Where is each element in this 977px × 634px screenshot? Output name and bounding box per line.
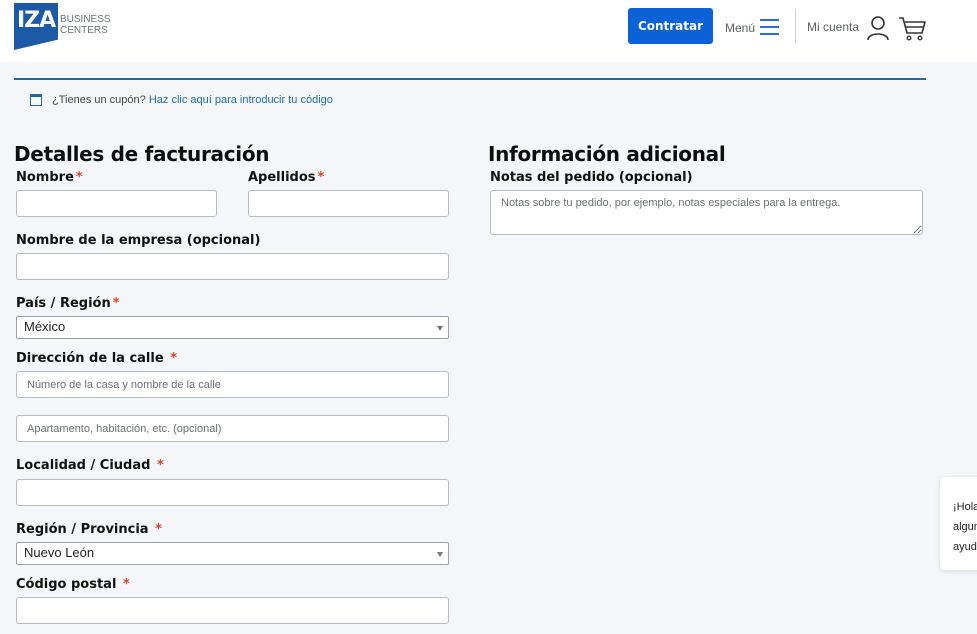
street-address-2-input[interactable] [16, 415, 449, 442]
order-notes-textarea[interactable] [490, 190, 923, 235]
state-select-value: Nuevo León [24, 545, 95, 560]
order-notes-label: Notas del pedido (opcional) [490, 170, 693, 185]
site-header: IZA BUSINESS CENTERS Contratar Menú Mi c… [0, 0, 977, 62]
required-mark: * [112, 296, 120, 311]
logo-subtitle-line1: BUSINESS [60, 14, 111, 25]
country-label-text: País / Región [16, 296, 111, 311]
state-select[interactable]: Nuevo León [16, 542, 449, 565]
logo[interactable]: IZA [14, 3, 58, 50]
last-name-input[interactable] [248, 190, 449, 217]
coupon-notice: ¿Tienes un cupón? Haz clic aquí para int… [14, 78, 926, 118]
country-select[interactable]: México [16, 316, 449, 339]
coupon-link[interactable]: Haz clic aquí para introducir tu código [149, 94, 333, 106]
logo-subtitle: BUSINESS CENTERS [60, 14, 111, 36]
company-label: Nombre de la empresa (opcional) [16, 233, 261, 248]
calendar-icon [30, 94, 42, 106]
street-label: Dirección de la calle * [16, 351, 177, 366]
city-input[interactable] [16, 479, 449, 506]
chat-line-2: algun [953, 521, 977, 533]
postcode-label-text: Código postal [16, 577, 117, 592]
required-mark: * [75, 170, 83, 185]
account-link[interactable]: Mi cuenta [807, 20, 859, 34]
chat-widget[interactable]: ¡Hola algun ayud [940, 477, 977, 570]
last-name-label: Apellidos * [248, 170, 324, 185]
required-mark: * [156, 458, 164, 473]
header-divider [795, 9, 796, 43]
city-label: Localidad / Ciudad * [16, 458, 164, 473]
required-mark: * [155, 522, 162, 537]
city-label-text: Localidad / Ciudad [16, 458, 151, 473]
required-mark: * [170, 351, 178, 366]
required-mark: * [317, 170, 325, 185]
last-name-label-text: Apellidos [248, 170, 316, 185]
street-address-1-input[interactable] [16, 371, 449, 398]
chevron-down-icon [437, 552, 443, 557]
user-icon[interactable] [867, 15, 889, 41]
hamburger-menu-icon[interactable] [760, 19, 779, 35]
state-label: Región / Provincia * [16, 522, 162, 537]
additional-info-title: Información adicional [488, 142, 726, 166]
state-label-text: Región / Provincia [16, 522, 149, 537]
country-select-value: México [24, 319, 66, 334]
menu-label[interactable]: Menú [725, 21, 755, 35]
coupon-prompt: ¿Tienes un cupón? [52, 94, 146, 106]
chat-line-1: ¡Hola [953, 501, 977, 513]
chevron-down-icon [437, 326, 443, 331]
postcode-input[interactable] [16, 597, 449, 624]
chat-line-3: ayud [953, 541, 977, 553]
country-label: País / Región * [16, 296, 120, 311]
street-label-text: Dirección de la calle [16, 351, 164, 366]
billing-title: Detalles de facturación [14, 142, 270, 166]
cart-icon[interactable] [898, 15, 926, 41]
postcode-label: Código postal * [16, 577, 130, 592]
company-input[interactable] [16, 253, 449, 280]
logo-text: IZA [17, 8, 56, 33]
contratar-button[interactable]: Contratar [628, 8, 713, 44]
required-mark: * [122, 577, 130, 592]
first-name-label: Nombre * [16, 170, 83, 185]
coupon-text: ¿Tienes un cupón? Haz clic aquí para int… [52, 94, 333, 106]
logo-subtitle-line2: CENTERS [60, 25, 108, 36]
first-name-label-text: Nombre [16, 170, 74, 185]
first-name-input[interactable] [16, 190, 217, 217]
